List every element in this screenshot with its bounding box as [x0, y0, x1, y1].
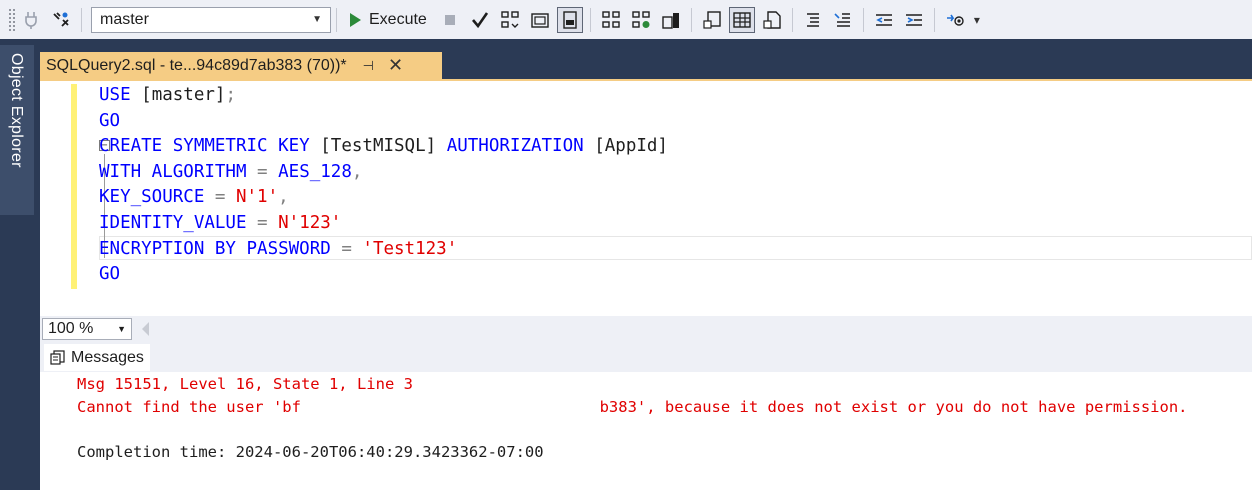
messages-tab-label: Messages: [71, 348, 144, 366]
chevron-down-icon: ▼: [117, 324, 126, 334]
toolbar-separator: [862, 7, 864, 32]
messages-icon: [50, 350, 65, 365]
left-tool-rail: Object Explorer: [0, 39, 40, 490]
database-value: master: [100, 10, 149, 28]
code-token: N'123': [278, 213, 342, 233]
parse-checkmark-icon[interactable]: [467, 7, 493, 33]
close-icon[interactable]: ✕: [388, 55, 403, 76]
code-token: KEY_SOURCE: [99, 187, 215, 208]
object-explorer-tab[interactable]: Object Explorer: [0, 45, 36, 215]
code-token: 'Test123': [362, 238, 458, 259]
results-to-grid-icon[interactable]: [728, 6, 755, 33]
tab-title: SQLQuery2.sql - te...94c89d7ab383 (70))*: [46, 56, 347, 74]
code-token: CREATE SYMMETRIC KEY: [99, 136, 321, 157]
toolbar-grip[interactable]: [8, 7, 16, 32]
results-tab-strip: Messages: [40, 342, 1252, 372]
code-token: AES_128: [278, 161, 352, 182]
code-line[interactable]: GO: [99, 262, 120, 287]
code-line[interactable]: GO: [99, 109, 120, 134]
scroll-left-icon[interactable]: [142, 322, 149, 336]
toolbar-overflow-icon[interactable]: ▾: [974, 13, 980, 27]
comment-lines-icon[interactable]: [800, 7, 826, 33]
decrease-indent-icon[interactable]: [871, 7, 897, 33]
code-token: =: [341, 238, 363, 259]
zoom-value: 100 %: [48, 320, 94, 337]
code-line[interactable]: CREATE SYMMETRIC KEY [TestMISQL] AUTHORI…: [99, 134, 668, 159]
play-icon: [350, 12, 361, 27]
cancel-query-icon[interactable]: [437, 7, 463, 33]
tab-sqlquery2[interactable]: SQLQuery2.sql - te...94c89d7ab383 (70))*…: [40, 52, 442, 79]
uncomment-lines-icon[interactable]: [830, 7, 856, 33]
code-token: [AppId]: [594, 136, 668, 157]
code-token: =: [257, 161, 279, 182]
code-line[interactable]: WITH ALGORITHM = AES_128,: [99, 160, 362, 185]
code-token: =: [214, 187, 236, 208]
toolbar-separator: [81, 7, 82, 32]
main-toolbar: master ▼ Execute ▾: [0, 0, 1252, 39]
toolbar-separator: [589, 7, 591, 32]
toolbar-separator: [336, 7, 337, 32]
code-token: ENCRYPTION BY PASSWORD: [99, 238, 342, 259]
code-token: AUTHORIZATION: [446, 136, 595, 157]
intellisense-toggle-icon[interactable]: [556, 6, 583, 33]
client-statistics-icon[interactable]: [658, 7, 684, 33]
message-line: Completion time: 2024-06-20T06:40:29.342…: [77, 442, 544, 461]
execute-button[interactable]: Execute: [342, 7, 435, 33]
display-estimated-plan-icon[interactable]: [497, 7, 523, 33]
zoom-bar: 100 % ▼: [40, 316, 1252, 342]
editor-gutter: [40, 81, 70, 316]
code-token: WITH ALGORITHM: [99, 161, 258, 182]
code-line[interactable]: ENCRYPTION BY PASSWORD = 'Test123': [99, 237, 457, 262]
code-token: [TestMISQL]: [320, 136, 447, 157]
include-actual-plan-icon[interactable]: [598, 7, 624, 33]
query-editor[interactable]: − USE [master]; GO CREATE SYMMETRIC KEY [T…: [40, 79, 1252, 316]
code-token: ;: [225, 85, 236, 105]
code-line[interactable]: IDENTITY_VALUE = N'123': [99, 211, 341, 236]
code-line[interactable]: KEY_SOURCE = N'1',: [99, 185, 289, 210]
code-token: [master]: [141, 85, 226, 105]
toolbar-separator: [791, 7, 793, 32]
code-token: GO: [99, 264, 121, 285]
code-token: USE: [99, 85, 142, 105]
query-options-icon[interactable]: [527, 7, 553, 33]
live-query-statistics-icon[interactable]: [628, 7, 654, 33]
code-line[interactable]: USE [master];: [99, 83, 236, 108]
connect-icon[interactable]: [18, 7, 44, 33]
code-token: ,: [278, 187, 289, 208]
code-token: ,: [351, 161, 363, 182]
execute-label: Execute: [369, 10, 427, 28]
pin-icon[interactable]: ⊣: [363, 58, 374, 74]
zoom-select[interactable]: 100 % ▼: [42, 318, 132, 340]
results-to-text-icon[interactable]: [699, 7, 725, 33]
change-tracking-bar: [71, 84, 77, 289]
code-token: IDENTITY_VALUE: [99, 213, 258, 233]
object-explorer-label: Object Explorer: [8, 53, 25, 168]
code-token: GO: [99, 110, 121, 131]
message-line: Msg 15151, Level 16, State 1, Line 3: [77, 375, 413, 393]
toolbar-separator: [690, 7, 692, 32]
messages-pane[interactable]: Msg 15151, Level 16, State 1, Line 3 Cann…: [40, 372, 1252, 490]
chevron-down-icon: ▼: [312, 14, 322, 25]
available-databases-select[interactable]: master ▼: [91, 6, 331, 33]
toolbar-separator: [933, 7, 935, 32]
change-connection-icon[interactable]: [48, 7, 74, 33]
message-line: Cannot find the user 'bf b383', because …: [77, 397, 1188, 416]
code-token: =: [257, 213, 279, 233]
increase-indent-icon[interactable]: [901, 7, 927, 33]
results-to-file-icon[interactable]: [759, 7, 785, 33]
specify-template-parameters-icon[interactable]: [942, 7, 968, 33]
code-token: N'1': [235, 187, 279, 208]
tab-messages[interactable]: Messages: [44, 344, 150, 371]
